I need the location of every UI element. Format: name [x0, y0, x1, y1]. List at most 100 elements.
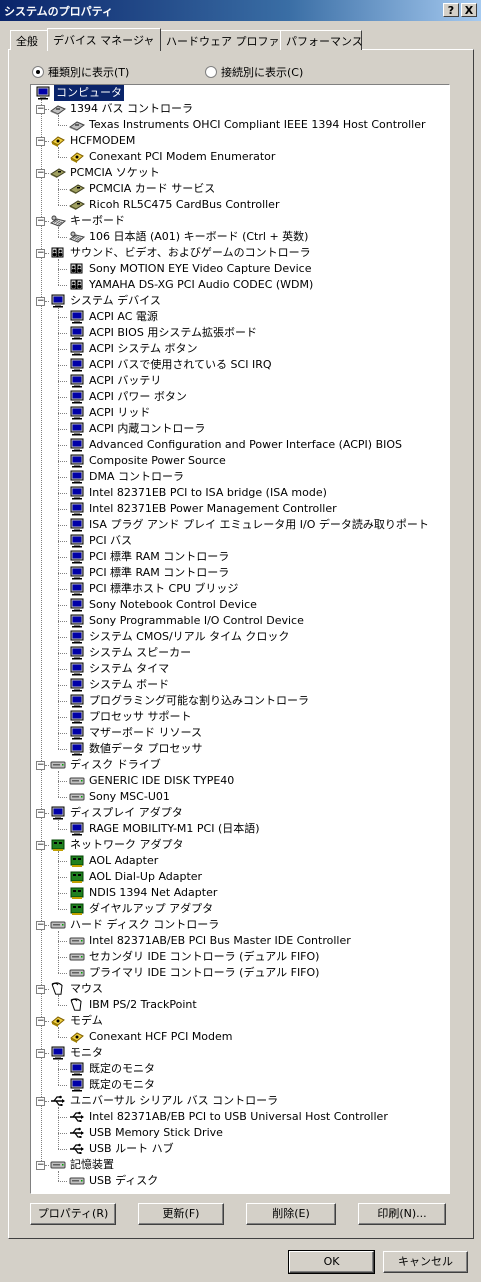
- tree-device-row[interactable]: RAGE MOBILITY-M1 PCI (日本語): [31, 821, 449, 837]
- tree-device-row[interactable]: ACPI システム ボタン: [31, 341, 449, 357]
- radio-by-type[interactable]: 種類別に表示(T): [32, 64, 129, 80]
- tree-category-row[interactable]: − ディスク ドライブ: [31, 757, 449, 773]
- collapse-toggle-icon[interactable]: −: [36, 761, 45, 770]
- tree-device-row[interactable]: 106 日本語 (A01) キーボード (Ctrl + 英数): [31, 229, 449, 245]
- tree-category-row[interactable]: − ネットワーク アダプタ: [31, 837, 449, 853]
- radio-by-connection-circle[interactable]: [205, 66, 217, 78]
- tree-device-row[interactable]: プロセッサ サポート: [31, 709, 449, 725]
- tree-device-row[interactable]: Advanced Configuration and Power Interfa…: [31, 437, 449, 453]
- radio-by-connection[interactable]: 接続別に表示(C): [205, 64, 303, 80]
- tree-device-row[interactable]: プライマリ IDE コントローラ (デュアル FIFO): [31, 965, 449, 981]
- tree-category-row[interactable]: − マウス: [31, 981, 449, 997]
- tree-root-row[interactable]: コンピュータ: [31, 85, 449, 101]
- title-bar[interactable]: システムのプロパティ ? X: [0, 0, 481, 21]
- collapse-toggle-icon[interactable]: −: [36, 249, 45, 258]
- tree-device-row[interactable]: Sony Programmable I/O Control Device: [31, 613, 449, 629]
- close-button[interactable]: X: [461, 3, 477, 17]
- tree-device-row[interactable]: YAMAHA DS-XG PCI Audio CODEC (WDM): [31, 277, 449, 293]
- collapse-toggle-icon[interactable]: −: [36, 217, 45, 226]
- tree-device-row[interactable]: USB ルート ハブ: [31, 1141, 449, 1157]
- tree-device-row[interactable]: ACPI バスで使用されている SCI IRQ: [31, 357, 449, 373]
- refresh-button[interactable]: 更新(F): [138, 1203, 224, 1225]
- collapse-toggle-icon[interactable]: −: [36, 105, 45, 114]
- tree-category-row[interactable]: − キーボード: [31, 213, 449, 229]
- ok-button[interactable]: OK: [288, 1250, 375, 1274]
- tree-device-row[interactable]: システム ボード: [31, 677, 449, 693]
- tree-device-row[interactable]: Conexant PCI Modem Enumerator: [31, 149, 449, 165]
- tree-device-row[interactable]: PCI 標準 RAM コントローラ: [31, 549, 449, 565]
- tree-category-row[interactable]: − モニタ: [31, 1045, 449, 1061]
- tree-category-row[interactable]: − ユニバーサル シリアル バス コントローラ: [31, 1093, 449, 1109]
- tree-device-row[interactable]: Sony MSC-U01: [31, 789, 449, 805]
- tree-device-row[interactable]: ACPI パワー ボタン: [31, 389, 449, 405]
- tree-device-row[interactable]: システム CMOS/リアル タイム クロック: [31, 629, 449, 645]
- tree-device-row[interactable]: システム スピーカー: [31, 645, 449, 661]
- remove-button[interactable]: 削除(E): [246, 1203, 336, 1225]
- tree-device-row[interactable]: PCI バス: [31, 533, 449, 549]
- tree-device-row[interactable]: ACPI AC 電源: [31, 309, 449, 325]
- tree-device-row[interactable]: PCMCIA カード サービス: [31, 181, 449, 197]
- cancel-button[interactable]: キャンセル: [383, 1251, 468, 1273]
- tree-category-row[interactable]: − ハード ディスク コントローラ: [31, 917, 449, 933]
- tree-device-row[interactable]: PCI 標準 RAM コントローラ: [31, 565, 449, 581]
- tree-device-row[interactable]: ACPI リッド: [31, 405, 449, 421]
- properties-button[interactable]: プロパティ(R): [30, 1203, 116, 1225]
- tree-device-row[interactable]: Ricoh RL5C475 CardBus Controller: [31, 197, 449, 213]
- tree-device-row[interactable]: IBM PS/2 TrackPoint: [31, 997, 449, 1013]
- tree-device-row[interactable]: ACPI BIOS 用システム拡張ボード: [31, 325, 449, 341]
- tree-device-row[interactable]: Intel 82371EB Power Management Controlle…: [31, 501, 449, 517]
- tree-device-row[interactable]: Intel 82371AB/EB PCI Bus Master IDE Cont…: [31, 933, 449, 949]
- tree-device-row[interactable]: 数値データ プロセッサ: [31, 741, 449, 757]
- tree-device-row[interactable]: Sony MOTION EYE Video Capture Device: [31, 261, 449, 277]
- tree-device-row[interactable]: セカンダリ IDE コントローラ (デュアル FIFO): [31, 949, 449, 965]
- tree-device-row[interactable]: ACPI 内蔵コントローラ: [31, 421, 449, 437]
- tab-hardware-profiles[interactable]: ハードウェア プロファイル: [160, 30, 302, 50]
- tree-category-row[interactable]: − HCFMODEM: [31, 133, 449, 149]
- tree-device-row[interactable]: GENERIC IDE DISK TYPE40: [31, 773, 449, 789]
- tree-device-row[interactable]: Intel 82371EB PCI to ISA bridge (ISA mod…: [31, 485, 449, 501]
- tree-device-row[interactable]: システム タイマ: [31, 661, 449, 677]
- tree-device-row[interactable]: NDIS 1394 Net Adapter: [31, 885, 449, 901]
- collapse-toggle-icon[interactable]: −: [36, 1161, 45, 1170]
- tree-device-row[interactable]: Intel 82371AB/EB PCI to USB Universal Ho…: [31, 1109, 449, 1125]
- tree-device-row[interactable]: マザーボード リソース: [31, 725, 449, 741]
- tree-device-row[interactable]: プログラミング可能な割り込みコントローラ: [31, 693, 449, 709]
- tree-device-row[interactable]: PCI 標準ホスト CPU ブリッジ: [31, 581, 449, 597]
- tree-device-row[interactable]: ACPI バッテリ: [31, 373, 449, 389]
- device-tree[interactable]: コンピュータ −1394 バス コントローラ Texas Instruments O…: [30, 84, 450, 1194]
- tree-category-row[interactable]: − システム デバイス: [31, 293, 449, 309]
- collapse-toggle-icon[interactable]: −: [36, 1049, 45, 1058]
- tree-category-row[interactable]: − モデム: [31, 1013, 449, 1029]
- tree-device-row[interactable]: AOL Adapter: [31, 853, 449, 869]
- collapse-toggle-icon[interactable]: −: [36, 297, 45, 306]
- tree-device-row[interactable]: AOL Dial-Up Adapter: [31, 869, 449, 885]
- tree-category-row[interactable]: − 記憶装置: [31, 1157, 449, 1173]
- tree-device-row[interactable]: ISA プラグ アンド プレイ エミュレータ用 I/O データ読み取りポート: [31, 517, 449, 533]
- tree-device-row[interactable]: DMA コントローラ: [31, 469, 449, 485]
- tree-category-row[interactable]: − 1394 バス コントローラ: [31, 101, 449, 117]
- tree-category-row[interactable]: − サウンド、ビデオ、およびゲームのコントローラ: [31, 245, 449, 261]
- tree-device-row[interactable]: Sony Notebook Control Device: [31, 597, 449, 613]
- collapse-toggle-icon[interactable]: −: [36, 1097, 45, 1106]
- tab-device-manager[interactable]: デバイス マネージャ: [47, 28, 161, 51]
- tab-performance[interactable]: パフォーマンス: [280, 30, 363, 50]
- tree-category-row[interactable]: − ディスプレイ アダプタ: [31, 805, 449, 821]
- tree-category-row[interactable]: − PCMCIA ソケット: [31, 165, 449, 181]
- collapse-toggle-icon[interactable]: −: [36, 985, 45, 994]
- collapse-toggle-icon[interactable]: −: [36, 169, 45, 178]
- tree-device-row[interactable]: USB Memory Stick Drive: [31, 1125, 449, 1141]
- help-button[interactable]: ?: [443, 3, 459, 17]
- tree-device-row[interactable]: Conexant HCF PCI Modem: [31, 1029, 449, 1045]
- tree-device-row[interactable]: 既定のモニタ: [31, 1061, 449, 1077]
- radio-by-type-circle[interactable]: [32, 66, 44, 78]
- tree-device-row[interactable]: 既定のモニタ: [31, 1077, 449, 1093]
- collapse-toggle-icon[interactable]: −: [36, 137, 45, 146]
- collapse-toggle-icon[interactable]: −: [36, 921, 45, 930]
- tree-device-row[interactable]: ダイヤルアップ アダプタ: [31, 901, 449, 917]
- print-button[interactable]: 印刷(N)...: [358, 1203, 446, 1225]
- tree-device-row[interactable]: Texas Instruments OHCI Compliant IEEE 13…: [31, 117, 449, 133]
- tree-device-row[interactable]: USB ディスク: [31, 1173, 449, 1189]
- tree-device-row[interactable]: Composite Power Source: [31, 453, 449, 469]
- collapse-toggle-icon[interactable]: −: [36, 809, 45, 818]
- collapse-toggle-icon[interactable]: −: [36, 1017, 45, 1026]
